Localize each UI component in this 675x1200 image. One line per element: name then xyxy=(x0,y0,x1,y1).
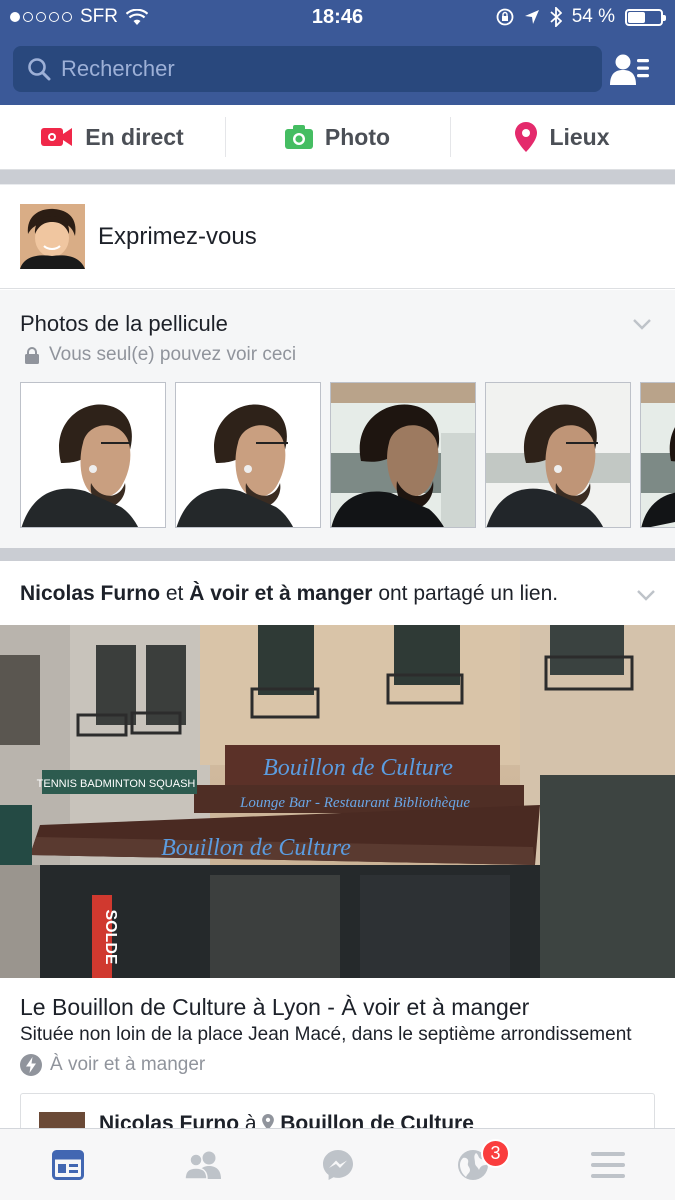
feed-separator-2 xyxy=(0,548,675,561)
check-in-label: Lieux xyxy=(549,123,610,150)
post-action: ont partagé un lien. xyxy=(378,582,559,605)
photo-label: Photo xyxy=(324,123,391,150)
composer-actions: En direct Photo Lieux xyxy=(0,105,675,170)
messenger-icon xyxy=(322,1149,353,1180)
link-source-name: À voir et à manger xyxy=(50,1054,206,1075)
chevron-down-icon[interactable] xyxy=(632,314,652,334)
thumbnail-5[interactable] xyxy=(640,382,675,528)
post-header: Nicolas Furno et À voir et à manger ont … xyxy=(0,561,675,625)
thumbnail-1[interactable] xyxy=(20,382,166,528)
link-preview-image[interactable]: Bouillon de Culture Lounge Bar - Restaur… xyxy=(0,625,675,978)
link-source: À voir et à manger xyxy=(20,1054,205,1076)
thumbnail-4[interactable] xyxy=(485,382,631,528)
photo-awning-text: Bouillon de Culture xyxy=(161,835,351,861)
camera-roll-title: Photos de la pellicule xyxy=(20,311,228,336)
link-preview-info[interactable]: Le Bouillon de Culture à Lyon - À voir e… xyxy=(0,978,675,1153)
search-icon xyxy=(28,58,51,81)
search-bar[interactable] xyxy=(13,46,602,92)
camera-roll-thumbnails xyxy=(20,382,675,528)
status-bar: SFR 18:46 54 % xyxy=(0,0,675,34)
tab-friends[interactable] xyxy=(135,1129,270,1200)
bluetooth-icon xyxy=(550,7,562,27)
tab-menu[interactable] xyxy=(540,1129,675,1200)
tab-news-feed[interactable] xyxy=(0,1129,135,1200)
author-link-2[interactable]: À voir et à manger xyxy=(189,582,372,605)
battery-percent: 54 % xyxy=(571,6,615,27)
check-in-button[interactable]: Lieux xyxy=(450,105,675,169)
photo-button[interactable]: Photo xyxy=(225,105,450,169)
author-link-1[interactable]: Nicolas Furno xyxy=(20,582,160,605)
instant-article-icon xyxy=(20,1054,42,1076)
link-title[interactable]: Le Bouillon de Culture à Lyon - À voir e… xyxy=(20,994,529,1021)
location-arrow-icon xyxy=(524,10,539,24)
friend-requests-icon xyxy=(610,54,649,85)
camera-icon xyxy=(284,125,313,149)
photo-side-sign: TENNIS BADMINTON SQUASH xyxy=(37,778,196,790)
thumbnail-3[interactable] xyxy=(330,382,476,528)
tab-notifications[interactable]: 3 xyxy=(405,1129,540,1200)
bottom-tab-bar: 3 xyxy=(0,1128,675,1200)
menu-icon xyxy=(590,1151,625,1178)
lock-icon xyxy=(25,346,39,364)
camera-roll-privacy: Vous seul(e) pouvez voir ceci xyxy=(25,344,296,366)
friend-requests-button[interactable] xyxy=(608,48,652,92)
post-connector: et xyxy=(165,582,184,605)
post-attribution: Nicolas Furno et À voir et à manger ont … xyxy=(20,582,558,606)
chevron-down-icon[interactable] xyxy=(636,585,656,605)
status-right: 54 % xyxy=(496,6,666,28)
photo-sign-main: Bouillon de Culture xyxy=(263,755,453,781)
live-video-button[interactable]: En direct xyxy=(0,105,225,169)
battery-icon xyxy=(625,8,666,26)
feed-separator-line xyxy=(0,170,675,184)
news-feed-icon xyxy=(51,1149,84,1180)
orientation-lock-icon xyxy=(496,8,514,26)
live-video-icon xyxy=(41,128,73,146)
top-bar: SFR 18:46 54 % xyxy=(0,0,675,105)
link-description: Située non loin de la place Jean Macé, d… xyxy=(20,1024,632,1045)
tab-messenger[interactable] xyxy=(270,1129,405,1200)
photo-solde-sign: SOLDE xyxy=(102,909,119,964)
search-input[interactable] xyxy=(61,56,561,82)
camera-roll-section: Photos de la pellicule Vous seul(e) pouv… xyxy=(0,290,675,548)
notification-badge: 3 xyxy=(481,1139,510,1168)
privacy-text: Vous seul(e) pouvez voir ceci xyxy=(49,344,297,365)
composer-prompt: Exprimez-vous xyxy=(98,223,257,250)
avatar xyxy=(20,204,85,269)
status-composer[interactable]: Exprimez-vous xyxy=(0,185,675,289)
live-video-label: En direct xyxy=(85,123,184,150)
friends-icon xyxy=(183,1151,221,1179)
photo-sign-sub: Lounge Bar - Restaurant Bibliothèque xyxy=(239,795,470,811)
location-pin-icon xyxy=(515,122,538,152)
thumbnail-2[interactable] xyxy=(175,382,321,528)
